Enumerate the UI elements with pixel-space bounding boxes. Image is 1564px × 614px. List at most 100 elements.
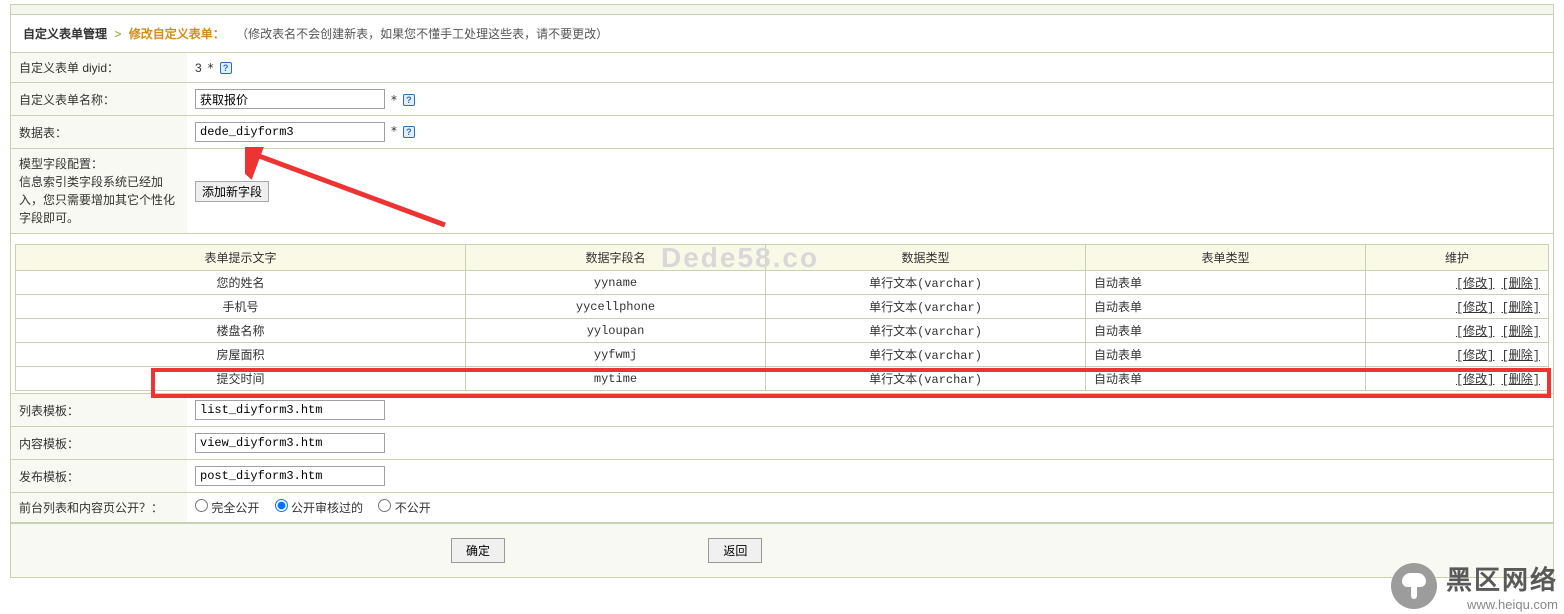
label-posttpl: 发布模板： [11,460,187,493]
th-formtype: 表单类型 [1086,245,1366,271]
radio-private-text: 不公开 [395,501,431,515]
label-table: 数据表： [11,116,187,149]
cell-actions: [修改] [删除] [1366,319,1549,343]
cell-fieldcfg: 添加新字段 [187,149,1553,234]
row-name: 自定义表单名称： * ? [11,83,1553,116]
cell-fieldname: yyname [466,271,766,295]
cell-formtype: 自动表单 [1086,295,1366,319]
radio-audited-text: 公开审核过的 [291,501,363,515]
radio-full-public-text: 完全公开 [211,501,259,515]
th-prompt: 表单提示文字 [16,245,466,271]
cell-prompt: 房屋面积 [16,343,466,367]
radio-audited[interactable] [275,499,288,512]
th-maintain: 维护 [1366,245,1549,271]
cell-fieldname: yyloupan [466,319,766,343]
table-row: 您的姓名yyname单行文本(varchar)自动表单[修改] [删除] [16,271,1549,295]
brand-title: 黑区网络 [1446,565,1558,595]
fields-grid: 表单提示文字 数据字段名 数据类型 表单类型 维护 您的姓名yyname单行文本… [15,244,1549,391]
cell-datatype: 单行文本(varchar) [766,367,1086,391]
help-icon[interactable]: ? [220,62,232,74]
truncated-top-bar [11,5,1553,15]
row-fieldcfg: 模型字段配置： 信息索引类字段系统已经加入，您只需要增加其它个性化字段即可。 添… [11,149,1553,234]
delete-link[interactable]: [删除] [1502,325,1540,339]
cell-datatype: 单行文本(varchar) [766,271,1086,295]
cell-name: * ? [187,83,1553,116]
delete-link[interactable]: [删除] [1502,277,1540,291]
row-posttpl: 发布模板： [11,460,1553,493]
admin-panel: 自定义表单管理 > 修改自定义表单： （修改表名不会创建新表，如果您不懂手工处理… [10,4,1554,578]
required-mark: * [390,124,397,138]
help-icon[interactable]: ? [403,94,415,106]
radio-private-label[interactable]: 不公开 [378,501,430,515]
cell-datatype: 单行文本(varchar) [766,295,1086,319]
cell-prompt: 您的姓名 [16,271,466,295]
cell-actions: [修改] [删除] [1366,367,1549,391]
label-name: 自定义表单名称： [11,83,187,116]
row-listtpl: 列表模板： [11,394,1553,427]
fields-header-row: 表单提示文字 数据字段名 数据类型 表单类型 维护 [16,245,1549,271]
data-table-input[interactable] [195,122,385,142]
table-row: 房屋面积yyfwmj单行文本(varchar)自动表单[修改] [删除] [16,343,1549,367]
cell-prompt: 手机号 [16,295,466,319]
ok-button[interactable]: 确定 [451,538,505,563]
row-public: 前台列表和内容页公开？： 完全公开 公开审核过的 不公开 [11,493,1553,523]
delete-link[interactable]: [删除] [1502,349,1540,363]
add-field-button[interactable]: 添加新字段 [195,181,269,202]
label-fieldcfg: 模型字段配置： 信息索引类字段系统已经加入，您只需要增加其它个性化字段即可。 [11,149,187,234]
table-row: 手机号yycellphone单行文本(varchar)自动表单[修改] [删除] [16,295,1549,319]
breadcrumb-sep: > [114,27,121,41]
cell-fieldname: yycellphone [466,295,766,319]
submit-row: 确定 返回 [11,523,1553,577]
breadcrumb-link-mgmt[interactable]: 自定义表单管理 [23,27,107,41]
cell-actions: [修改] [删除] [1366,271,1549,295]
cell-public: 完全公开 公开审核过的 不公开 [187,493,1553,523]
edit-link[interactable]: [修改] [1456,277,1494,291]
cell-prompt: 楼盘名称 [16,319,466,343]
radio-full-public[interactable] [195,499,208,512]
post-template-input[interactable] [195,466,385,486]
cell-diyid: 3 * ? [187,53,1553,83]
th-datatype: 数据类型 [766,245,1086,271]
cell-fieldname: yyfwmj [466,343,766,367]
delete-link[interactable]: [删除] [1502,301,1540,315]
cell-fieldname: mytime [466,367,766,391]
label-public: 前台列表和内容页公开？： [11,493,187,523]
form-name-input[interactable] [195,89,385,109]
required-mark: * [390,93,397,107]
cell-actions: [修改] [删除] [1366,343,1549,367]
edit-link[interactable]: [修改] [1456,301,1494,315]
radio-full-public-label[interactable]: 完全公开 [195,501,259,515]
label-diyid: 自定义表单 diyid： [11,53,187,83]
cell-table: * ? [187,116,1553,149]
cell-prompt: 提交时间 [16,367,466,391]
brand-url: www.heiqu.com [1467,597,1558,612]
cell-formtype: 自动表单 [1086,271,1366,295]
form-table: 自定义表单 diyid： 3 * ? 自定义表单名称： * ? 数据表： [11,53,1553,523]
brand-logo-icon [1391,563,1437,609]
annotation-arrow [245,147,465,237]
table-row: 楼盘名称yyloupan单行文本(varchar)自动表单[修改] [删除] [16,319,1549,343]
cell-datatype: 单行文本(varchar) [766,319,1086,343]
table-row: 提交时间mytime单行文本(varchar)自动表单[修改] [删除] [16,367,1549,391]
edit-link[interactable]: [修改] [1456,373,1494,387]
breadcrumb-current: 修改自定义表单： [129,27,225,41]
list-template-input[interactable] [195,400,385,420]
edit-link[interactable]: [修改] [1456,349,1494,363]
radio-private[interactable] [378,499,391,512]
cell-actions: [修改] [删除] [1366,295,1549,319]
row-viewtpl: 内容模板： [11,427,1553,460]
radio-audited-label[interactable]: 公开审核过的 [275,501,363,515]
back-button[interactable]: 返回 [708,538,762,563]
delete-link[interactable]: [删除] [1502,373,1540,387]
label-viewtpl: 内容模板： [11,427,187,460]
help-icon[interactable]: ? [403,126,415,138]
diyid-value: 3 [195,61,202,75]
view-template-input[interactable] [195,433,385,453]
cell-formtype: 自动表单 [1086,319,1366,343]
label-listtpl: 列表模板： [11,394,187,427]
site-brand: 黑区网络 www.heiqu.com [1391,560,1558,612]
fieldtable-cell: Dede58.co 表单提示文字 数据字段名 数据类型 表单类型 维护 [11,234,1553,394]
row-fieldtable: Dede58.co 表单提示文字 数据字段名 数据类型 表单类型 维护 [11,234,1553,394]
edit-link[interactable]: [修改] [1456,325,1494,339]
breadcrumb-hint: （修改表名不会创建新表，如果您不懂手工处理这些表，请不要更改） [236,27,608,41]
